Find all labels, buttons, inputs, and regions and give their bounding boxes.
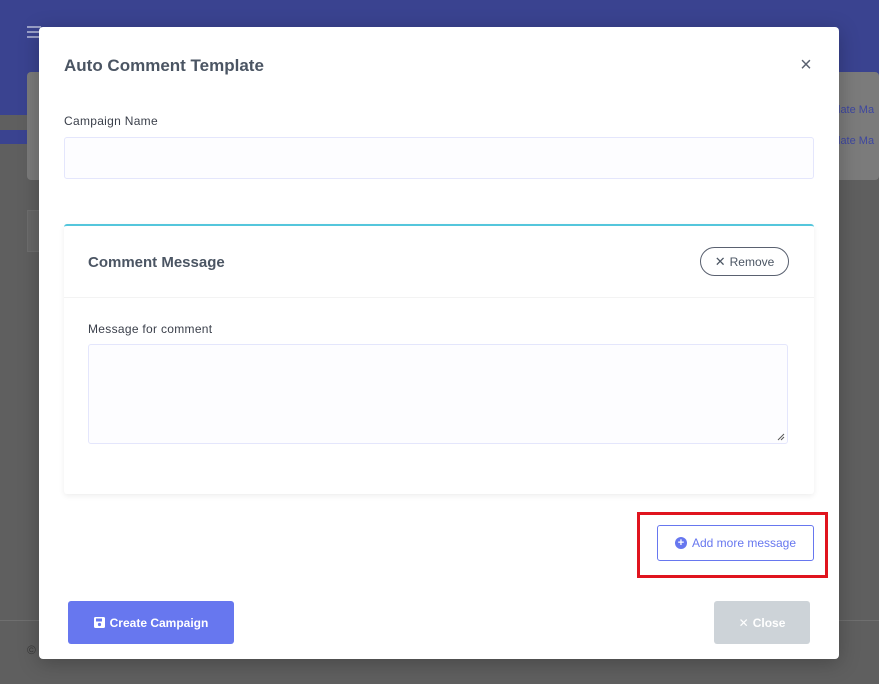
add-more-message-label: Add more message <box>691 536 797 550</box>
plus-circle-icon: + <box>674 537 687 549</box>
comment-message-card: Comment Message ✕ Remove Message for com… <box>64 224 814 494</box>
create-campaign-label: Create Campaign <box>109 615 209 630</box>
close-button-label: Close <box>752 615 786 630</box>
campaign-name-label: Campaign Name <box>64 114 158 128</box>
add-more-message-button[interactable]: + Add more message <box>657 525 814 561</box>
times-icon: ✕ <box>738 615 749 630</box>
background-link: late Ma <box>838 135 875 147</box>
close-icon[interactable]: × <box>796 55 816 75</box>
campaign-name-input[interactable] <box>64 137 814 179</box>
times-icon: ✕ <box>714 253 726 269</box>
comment-card-title: Comment Message <box>88 254 225 271</box>
modal-title: Auto Comment Template <box>64 56 264 75</box>
remove-button-label: Remove <box>729 254 775 269</box>
background-copyright: © <box>27 643 36 657</box>
remove-button[interactable]: ✕ Remove <box>700 247 789 276</box>
close-button[interactable]: ✕ Close <box>714 601 810 644</box>
auto-comment-template-modal: Auto Comment Template × Campaign Name Co… <box>39 27 839 659</box>
create-campaign-button[interactable]: Create Campaign <box>68 601 234 644</box>
message-label: Message for comment <box>88 322 213 336</box>
background-accent <box>0 130 27 144</box>
background-link: late Ma <box>838 104 875 116</box>
save-icon <box>93 617 105 628</box>
message-textarea[interactable] <box>88 344 788 444</box>
resize-grip-icon[interactable] <box>777 433 785 441</box>
comment-card-header: Comment Message ✕ Remove <box>64 226 814 298</box>
